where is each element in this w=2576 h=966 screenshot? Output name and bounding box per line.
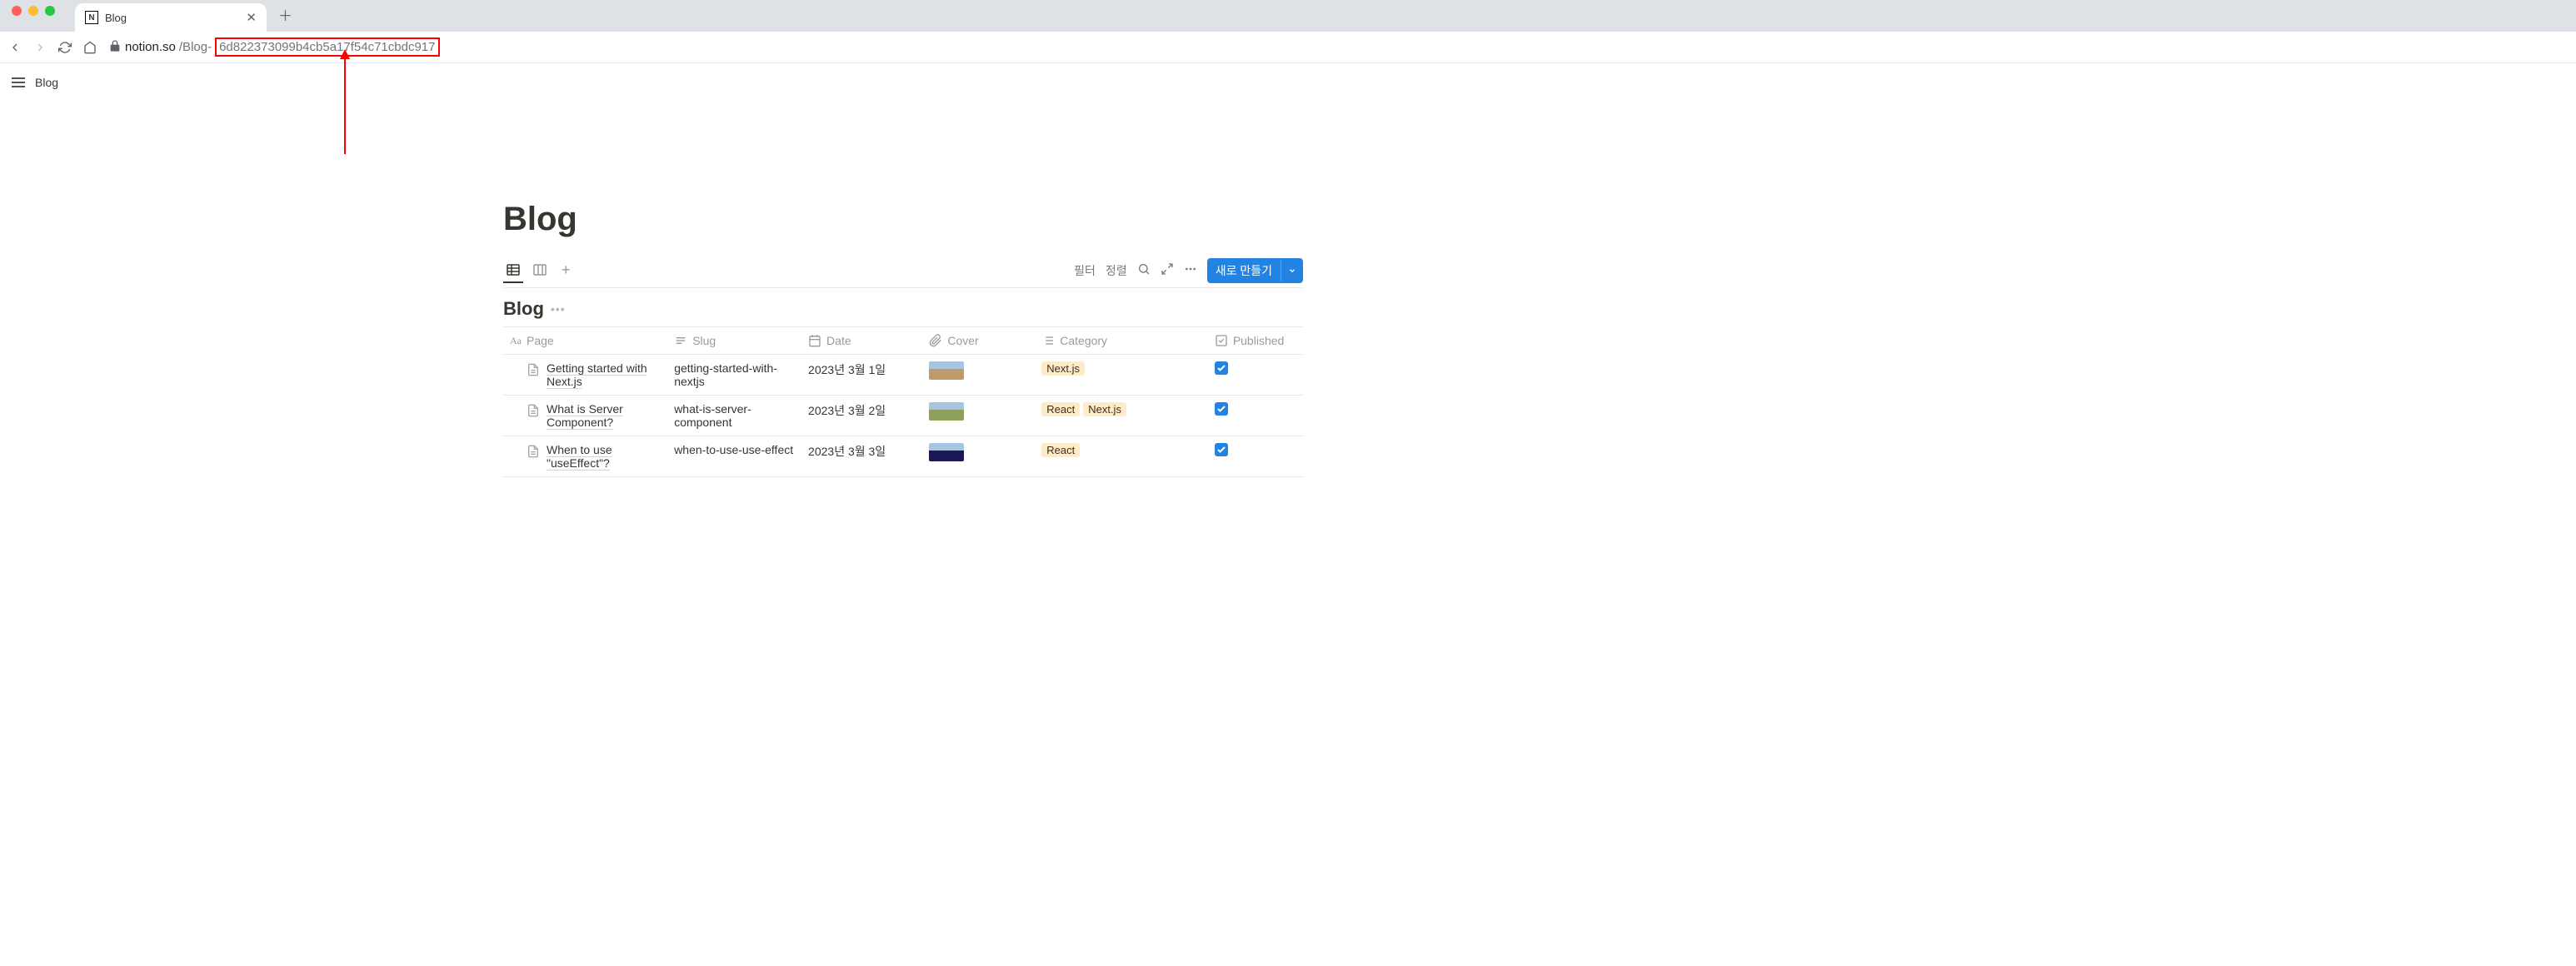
chevron-down-icon[interactable] xyxy=(1281,260,1303,281)
slug-cell[interactable]: getting-started-with-nextjs xyxy=(667,355,801,396)
view-tab-table[interactable] xyxy=(503,258,523,283)
published-cell[interactable] xyxy=(1208,436,1303,477)
close-window-button[interactable] xyxy=(12,6,22,16)
table-row[interactable]: What is Server Component? what-is-server… xyxy=(503,396,1303,436)
tab-title: Blog xyxy=(105,12,239,24)
cover-thumbnail xyxy=(929,443,964,461)
slug-cell[interactable]: what-is-server-component xyxy=(667,396,801,436)
browser-tab[interactable]: N Blog ✕ xyxy=(75,3,267,32)
cover-cell[interactable] xyxy=(922,436,1035,477)
column-header-cover[interactable]: Cover xyxy=(922,327,1035,355)
window-controls xyxy=(0,6,67,26)
date-cell[interactable]: 2023년 3월 2일 xyxy=(801,396,922,436)
page-icon xyxy=(527,363,540,379)
view-tab-board[interactable] xyxy=(530,258,550,283)
url-path-prefix: /Blog- xyxy=(179,40,212,54)
category-cell[interactable]: React xyxy=(1035,436,1208,477)
database-table: AaPage Slug Date Cover Category Publishe… xyxy=(503,326,1303,477)
cover-cell[interactable] xyxy=(922,396,1035,436)
reload-button[interactable] xyxy=(58,41,72,54)
column-header-date[interactable]: Date xyxy=(801,327,922,355)
close-tab-button[interactable]: ✕ xyxy=(246,10,257,25)
column-header-published[interactable]: Published xyxy=(1208,327,1303,355)
date-cell[interactable]: 2023년 3월 1일 xyxy=(801,355,922,396)
forward-button[interactable] xyxy=(33,41,47,54)
home-button[interactable] xyxy=(83,41,97,54)
published-cell[interactable] xyxy=(1208,355,1303,396)
address-bar[interactable]: notion.so/Blog-6d822373099b4cb5a17f54c71… xyxy=(108,37,440,57)
back-button[interactable] xyxy=(8,41,22,54)
sort-button[interactable]: 정렬 xyxy=(1106,262,1127,279)
cover-thumbnail xyxy=(929,402,964,421)
filter-button[interactable]: 필터 xyxy=(1074,262,1096,279)
new-tab-button[interactable]: ＋ xyxy=(267,4,304,28)
database-more-icon[interactable]: ••• xyxy=(551,302,566,316)
browser-titlebar: N Blog ✕ ＋ xyxy=(0,0,2576,32)
checkbox-checked-icon[interactable] xyxy=(1215,402,1228,416)
page-title-link[interactable]: Getting started with Next.js xyxy=(547,361,661,388)
maximize-window-button[interactable] xyxy=(45,6,55,16)
breadcrumb[interactable]: Blog xyxy=(35,76,58,89)
add-view-button[interactable]: + xyxy=(557,261,576,279)
notion-topbar: Blog xyxy=(0,63,2576,101)
url-page-id: 6d822373099b4cb5a17f54c71cbdc917 xyxy=(215,37,439,57)
sidebar-toggle-button[interactable] xyxy=(12,77,25,87)
database-title[interactable]: Blog xyxy=(503,298,544,320)
page-title-link[interactable]: When to use "useEffect"? xyxy=(547,443,661,470)
category-tag: Next.js xyxy=(1041,361,1085,376)
search-button[interactable] xyxy=(1137,262,1151,278)
annotation-arrow xyxy=(340,49,350,154)
page-icon xyxy=(527,404,540,420)
checkbox-checked-icon[interactable] xyxy=(1215,443,1228,456)
column-header-page[interactable]: AaPage xyxy=(503,327,667,355)
checkbox-checked-icon[interactable] xyxy=(1215,361,1228,375)
table-row[interactable]: Getting started with Next.js getting-sta… xyxy=(503,355,1303,396)
date-cell[interactable]: 2023년 3월 3일 xyxy=(801,436,922,477)
new-page-button[interactable]: 새로 만들기 xyxy=(1207,258,1303,283)
database-view-bar: + 필터 정렬 새로 만들기 xyxy=(503,253,1303,288)
url-domain: notion.so xyxy=(125,40,176,54)
more-button[interactable] xyxy=(1184,262,1197,278)
slug-cell[interactable]: when-to-use-use-effect xyxy=(667,436,801,477)
minimize-window-button[interactable] xyxy=(28,6,38,16)
table-row[interactable]: When to use "useEffect"? when-to-use-use… xyxy=(503,436,1303,477)
category-cell[interactable]: Next.js xyxy=(1035,355,1208,396)
browser-toolbar: notion.so/Blog-6d822373099b4cb5a17f54c71… xyxy=(0,32,2576,63)
page-title: Blog xyxy=(503,201,1303,238)
cover-thumbnail xyxy=(929,361,964,380)
column-header-slug[interactable]: Slug xyxy=(667,327,801,355)
category-tag: React xyxy=(1041,443,1080,457)
category-tag: Next.js xyxy=(1083,402,1126,416)
column-header-category[interactable]: Category xyxy=(1035,327,1208,355)
lock-icon xyxy=(108,39,122,56)
notion-favicon-icon: N xyxy=(85,11,98,24)
page-icon xyxy=(527,445,540,461)
cover-cell[interactable] xyxy=(922,355,1035,396)
page-title-link[interactable]: What is Server Component? xyxy=(547,402,661,429)
category-cell[interactable]: ReactNext.js xyxy=(1035,396,1208,436)
category-tag: React xyxy=(1041,402,1080,416)
expand-button[interactable] xyxy=(1161,262,1174,278)
published-cell[interactable] xyxy=(1208,396,1303,436)
